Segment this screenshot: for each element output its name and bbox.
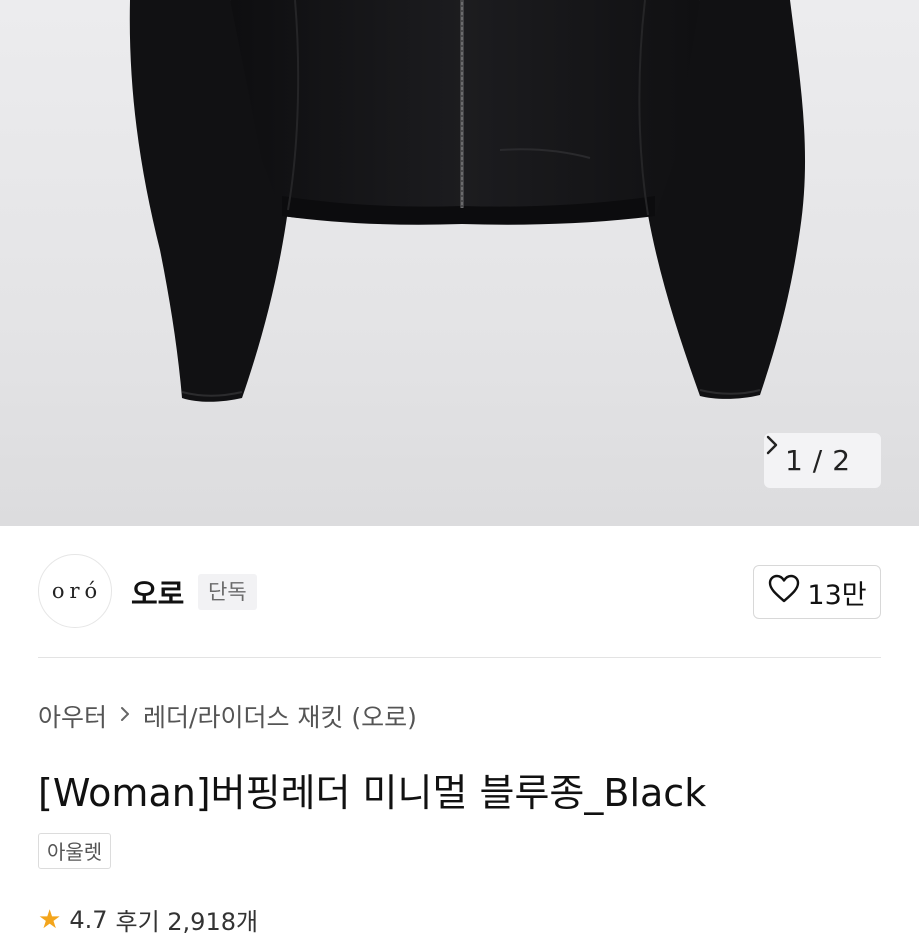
rating-row[interactable]: ★ 4.7 후기 2,918개: [38, 902, 258, 937]
rating-score: 4.7: [69, 905, 108, 934]
heart-outline-icon: [767, 574, 801, 611]
exclusive-badge: 단독: [198, 574, 257, 610]
product-image-carousel[interactable]: 1 / 2: [0, 0, 919, 526]
pager-current: 1: [784, 444, 803, 477]
pager-separator: /: [812, 444, 823, 477]
chevron-right-icon: [119, 701, 131, 731]
brand-name[interactable]: 오로: [131, 571, 184, 613]
like-button[interactable]: 13만: [753, 565, 881, 619]
breadcrumb-subcategory[interactable]: 레더/라이더스 재킷 (오로): [143, 698, 417, 734]
review-count: 후기 2,918개: [115, 908, 259, 936]
product-title: [Woman]버핑레더 미니멀 블루종_Black: [38, 771, 707, 815]
breadcrumb: 아우터 레더/라이더스 재킷 (오로): [38, 698, 417, 734]
pager-total: 2: [832, 444, 851, 477]
image-pager[interactable]: 1 / 2: [764, 433, 881, 488]
breadcrumb-category[interactable]: 아우터: [38, 698, 107, 734]
outlet-tag: 아울렛: [38, 833, 112, 869]
brand-logo-text: oró: [51, 579, 103, 603]
divider: [38, 657, 881, 658]
brand-row: oró 오로 단독 13만: [38, 554, 881, 628]
like-count: 13만: [807, 579, 867, 611]
star-icon: ★: [38, 904, 62, 935]
brand-logo[interactable]: oró: [38, 554, 112, 628]
